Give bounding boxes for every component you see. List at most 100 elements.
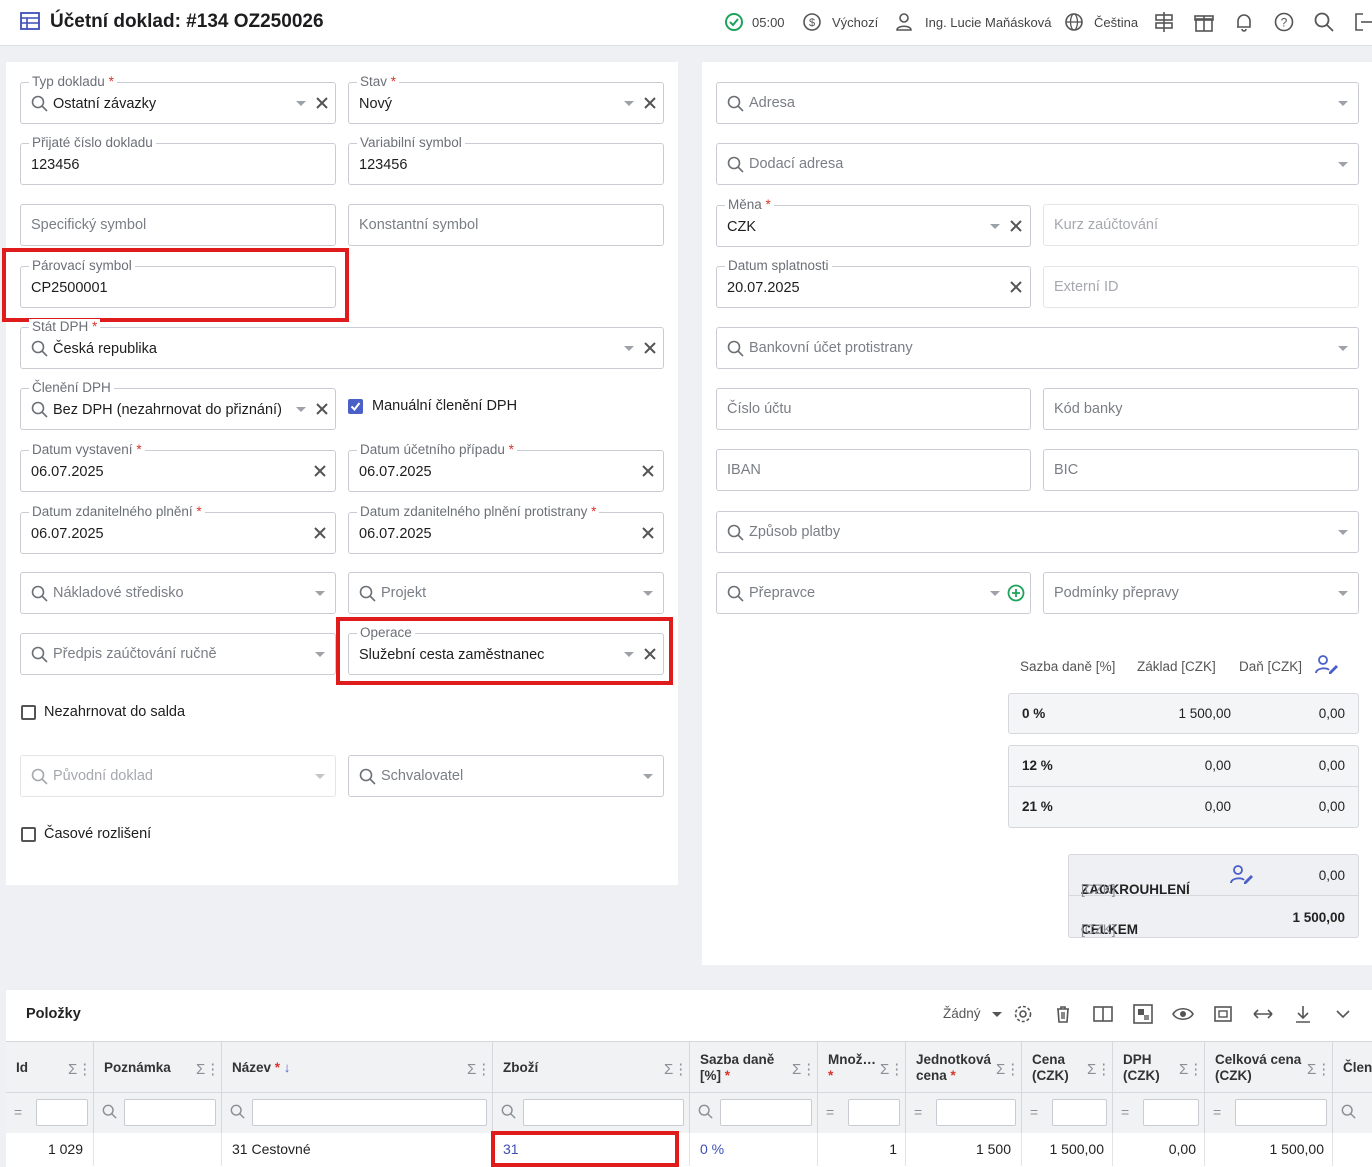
- payment-method-select[interactable]: Způsob platby: [716, 511, 1359, 553]
- document-type-select[interactable]: Typ dokladu * Ostatní závazky: [20, 74, 336, 124]
- filter-input-price[interactable]: [1052, 1099, 1107, 1126]
- sum-icon[interactable]: Σ⋮: [1179, 1060, 1203, 1078]
- specific-symbol-field[interactable]: Specifický symbol: [20, 204, 336, 246]
- iban-field[interactable]: IBAN: [716, 449, 1031, 491]
- column-header-quantity[interactable]: Množ… * Σ⋮: [818, 1042, 906, 1094]
- layout-icon[interactable]: [1132, 1003, 1154, 1025]
- bic-field[interactable]: BIC: [1043, 449, 1359, 491]
- columns-icon[interactable]: [1092, 1003, 1114, 1025]
- help-icon[interactable]: ?: [1273, 11, 1295, 33]
- delete-icon[interactable]: [1052, 1003, 1074, 1025]
- cell-vat-rate-link[interactable]: 0 %: [700, 1141, 724, 1157]
- counterparty-taxable-date-field[interactable]: Datum zdanitelného plnění protistrany * …: [348, 504, 664, 554]
- user-menu[interactable]: Ing. Lucie Maňásková: [895, 12, 1051, 32]
- table-row[interactable]: 1 029 31 Cestovné 31 0 % 1 1 500 1 500,0…: [6, 1133, 1372, 1167]
- sum-icon[interactable]: Σ⋮: [1307, 1060, 1331, 1078]
- sum-icon[interactable]: Σ⋮: [880, 1060, 904, 1078]
- sum-icon[interactable]: Σ⋮: [664, 1060, 688, 1078]
- chevron-down-icon[interactable]: [624, 101, 634, 106]
- variable-symbol-field[interactable]: Variabilní symbol 123456: [348, 135, 664, 185]
- sum-icon[interactable]: Σ⋮: [1087, 1060, 1111, 1078]
- cost-center-select[interactable]: Nákladové středisko: [20, 572, 336, 614]
- manual-vat-checkbox[interactable]: [348, 399, 363, 414]
- column-header-member[interactable]: Člene: [1333, 1042, 1372, 1094]
- column-header-total-price[interactable]: Celková cena (CZK) Σ⋮: [1205, 1042, 1333, 1094]
- chevron-down-icon[interactable]: [643, 591, 653, 596]
- close-icon[interactable]: [640, 525, 656, 541]
- chevron-down-icon[interactable]: [643, 774, 653, 779]
- settings-icon[interactable]: [1012, 1003, 1034, 1025]
- close-icon[interactable]: [314, 95, 330, 111]
- constant-symbol-field[interactable]: Konstantní symbol: [348, 204, 664, 246]
- edit-user-icon[interactable]: [1314, 654, 1340, 676]
- carrier-select[interactable]: Přepravce: [716, 572, 1031, 614]
- filter-input-quantity[interactable]: [848, 1099, 900, 1126]
- sum-icon[interactable]: Σ⋮: [467, 1060, 491, 1078]
- taxable-date-field[interactable]: Datum zdanitelného plnění * 06.07.2025: [20, 504, 336, 554]
- counterparty-bank-account-select[interactable]: Bankovní účet protistrany: [716, 327, 1359, 369]
- bank-code-field[interactable]: Kód banky: [1043, 388, 1359, 430]
- column-header-goods[interactable]: Zboží Σ⋮: [493, 1042, 690, 1094]
- external-id-field[interactable]: Externí ID: [1043, 266, 1359, 308]
- issue-date-field[interactable]: Datum vystavení * 06.07.2025: [20, 442, 336, 492]
- collapse-icon[interactable]: [1332, 1003, 1354, 1025]
- filter-input-note[interactable]: [124, 1099, 216, 1126]
- posting-rate-field[interactable]: Kurz zaúčtování: [1043, 204, 1359, 246]
- vat-breakdown-select[interactable]: Členění DPH Bez DPH (nezahrnovat do přiz…: [20, 380, 336, 430]
- close-icon[interactable]: [312, 525, 328, 541]
- chevron-down-icon[interactable]: [315, 774, 325, 779]
- chevron-down-icon[interactable]: [990, 591, 1000, 596]
- vat-country-select[interactable]: Stát DPH * Česká republika: [20, 319, 664, 369]
- view-select[interactable]: Žádný: [943, 1006, 1003, 1021]
- chevron-down-icon[interactable]: [1338, 530, 1348, 535]
- approver-select[interactable]: Schvalovatel: [348, 755, 664, 797]
- signpost-icon[interactable]: [1153, 11, 1175, 33]
- filter-input-vat-rate[interactable]: [720, 1099, 812, 1126]
- column-header-price[interactable]: Cena (CZK) Σ⋮: [1022, 1042, 1113, 1094]
- exclude-balance-checkbox[interactable]: [21, 705, 36, 720]
- project-select[interactable]: Projekt: [348, 572, 664, 614]
- account-number-field[interactable]: Číslo účtu: [716, 388, 1031, 430]
- gift-icon[interactable]: [1193, 11, 1215, 33]
- chevron-down-icon[interactable]: [1338, 346, 1348, 351]
- logout-icon[interactable]: [1353, 11, 1372, 33]
- close-icon[interactable]: [312, 463, 328, 479]
- column-header-name[interactable]: Název * ↓ Σ⋮: [222, 1042, 493, 1094]
- posting-rule-select[interactable]: Předpis zaúčtování ručně: [20, 633, 336, 675]
- bell-icon[interactable]: [1233, 11, 1255, 33]
- close-icon[interactable]: [1008, 218, 1024, 234]
- session-timer[interactable]: 05:00: [724, 12, 785, 32]
- chevron-down-icon[interactable]: [624, 346, 634, 351]
- eye-icon[interactable]: [1172, 1003, 1194, 1025]
- sum-icon[interactable]: Σ⋮: [196, 1060, 220, 1078]
- fit-screen-icon[interactable]: [1212, 1003, 1234, 1025]
- address-select[interactable]: Adresa: [716, 82, 1359, 124]
- search-icon[interactable]: [1313, 11, 1335, 33]
- status-select[interactable]: Stav * Nový: [348, 74, 664, 124]
- filter-input-unit-price[interactable]: [936, 1099, 1016, 1126]
- column-header-note[interactable]: Poznámka Σ⋮: [94, 1042, 222, 1094]
- filter-input-name[interactable]: [252, 1099, 487, 1126]
- default-settings[interactable]: $ Výchozí: [802, 12, 878, 32]
- column-header-unit-price[interactable]: Jednotková cena * Σ⋮: [906, 1042, 1022, 1094]
- filter-input-goods[interactable]: [523, 1099, 684, 1126]
- delivery-address-select[interactable]: Dodací adresa: [716, 143, 1359, 185]
- close-icon[interactable]: [1008, 279, 1024, 295]
- column-header-vat-rate[interactable]: Sazba daně [%] * Σ⋮: [690, 1042, 818, 1094]
- original-document-select[interactable]: Původní doklad: [20, 755, 336, 797]
- chevron-down-icon[interactable]: [1338, 162, 1348, 167]
- chevron-down-icon[interactable]: [315, 652, 325, 657]
- close-icon[interactable]: [642, 340, 658, 356]
- chevron-down-icon[interactable]: [1338, 591, 1348, 596]
- close-icon[interactable]: [640, 463, 656, 479]
- sum-icon[interactable]: Σ⋮: [68, 1060, 92, 1078]
- received-number-field[interactable]: Přijaté číslo dokladu 123456: [20, 135, 336, 185]
- filter-input-vat[interactable]: [1143, 1099, 1199, 1126]
- add-circle-icon[interactable]: [1007, 584, 1025, 602]
- sum-icon[interactable]: Σ⋮: [996, 1060, 1020, 1078]
- language-select[interactable]: Čeština: [1064, 12, 1138, 32]
- accounting-date-field[interactable]: Datum účetního případu * 06.07.2025: [348, 442, 664, 492]
- chevron-down-icon[interactable]: [296, 407, 306, 412]
- chevron-down-icon[interactable]: [296, 101, 306, 106]
- download-icon[interactable]: [1292, 1003, 1314, 1025]
